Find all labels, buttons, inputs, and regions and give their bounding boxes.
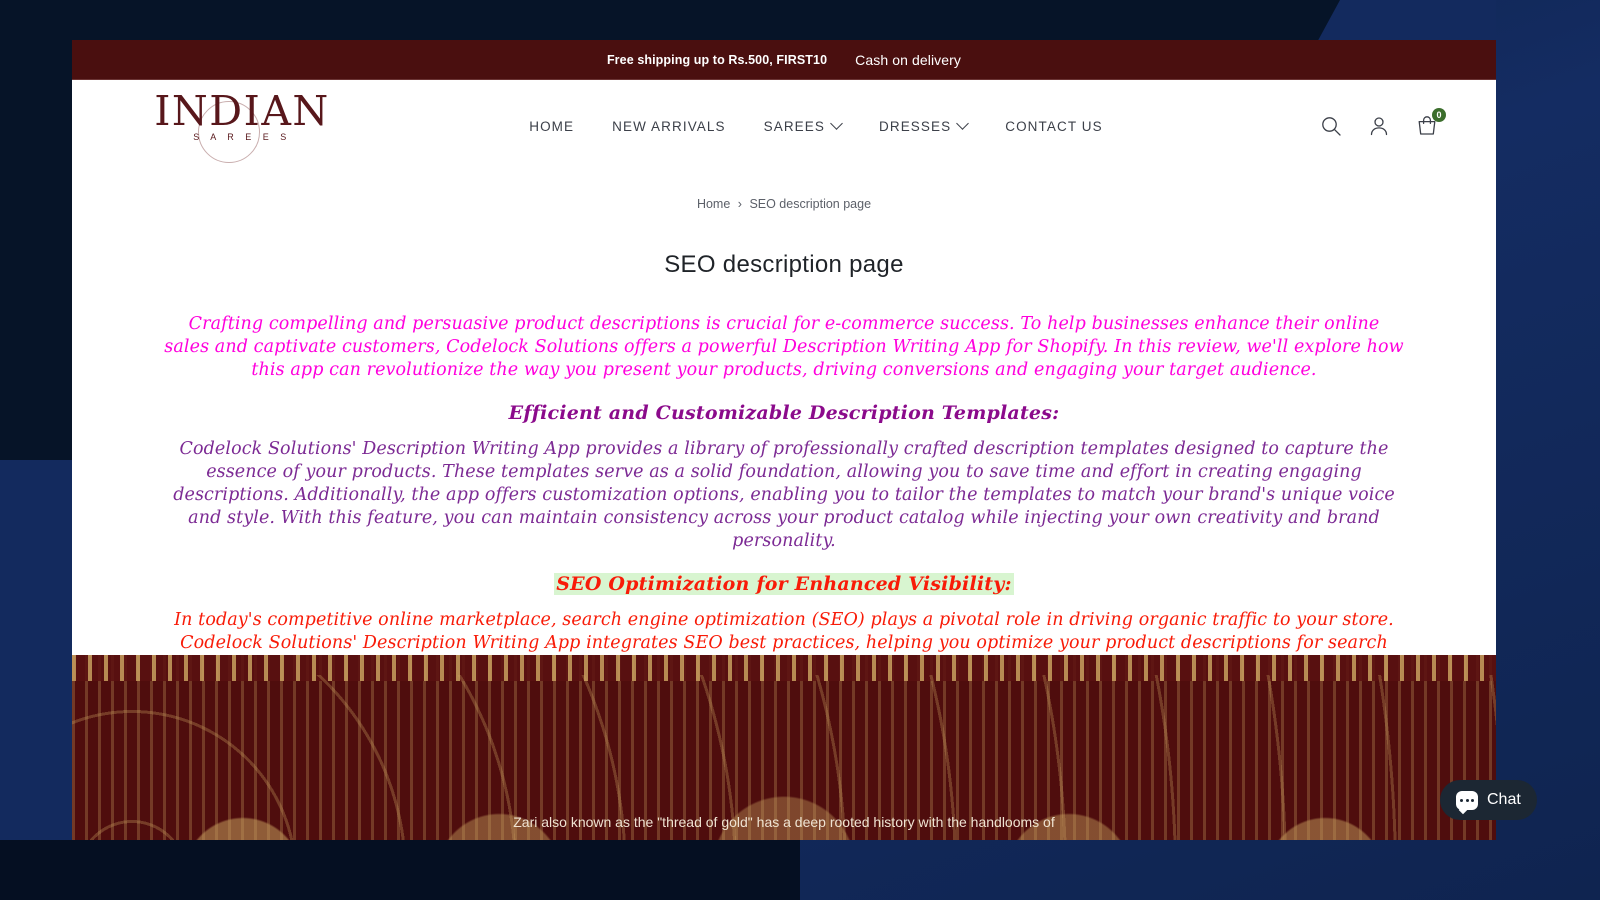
page-title: SEO description page: [664, 251, 904, 278]
nav-item-label: HOME: [529, 118, 575, 134]
account-icon[interactable]: [1368, 115, 1390, 137]
page-content: Crafting compelling and persuasive produ…: [72, 313, 1496, 701]
announcement-bar: Free shipping up to Rs.500, FIRST10 Cash…: [72, 40, 1496, 80]
chevron-down-icon: [830, 116, 843, 130]
section-1-heading: Efficient and Customizable Description T…: [508, 402, 1060, 424]
breadcrumb: Home › SEO description page: [72, 197, 1496, 211]
breadcrumb-current: SEO description page: [749, 197, 872, 211]
site-logo[interactable]: INDIAN S A R E E S: [142, 87, 342, 165]
nav-item-contact-us[interactable]: CONTACT US: [1005, 119, 1103, 134]
announcement-promo-text: Free shipping up to Rs.500, FIRST10: [606, 52, 828, 67]
chat-bubble-icon: [1456, 790, 1478, 810]
nav-item-label: NEW ARRIVALS: [612, 118, 726, 134]
section-1-body: Codelock Solutions' Description Writing …: [173, 439, 1395, 551]
shopify-chat-button[interactable]: Chat: [1440, 780, 1537, 820]
desktop-wedge-bottom: [0, 840, 800, 900]
cart-icon[interactable]: 0: [1416, 108, 1446, 137]
site-footer: Zari also known as the "thread of gold" …: [72, 655, 1496, 840]
breadcrumb-home-link[interactable]: Home: [697, 197, 730, 211]
nav-item-dresses[interactable]: DRESSES: [879, 116, 970, 134]
section-2-heading-text: SEO Optimization for Enhanced Visibility…: [554, 573, 1014, 595]
nav-item-label: CONTACT US: [1005, 118, 1103, 134]
section-2-heading: SEO Optimization for Enhanced Visibility…: [164, 571, 1404, 597]
footer-description-text: Zari also known as the "thread of gold" …: [513, 814, 1055, 830]
search-icon[interactable]: [1320, 115, 1342, 137]
logo-wordmark: INDIAN: [154, 87, 330, 135]
chat-button-label: Chat: [1487, 791, 1521, 808]
browser-viewport: Free shipping up to Rs.500, FIRST10 Cash…: [72, 40, 1496, 840]
cart-count-badge: 0: [1432, 108, 1446, 122]
nav-item-new-arrivals[interactable]: NEW ARRIVALS: [612, 119, 725, 134]
chevron-down-icon: [956, 116, 970, 130]
breadcrumb-separator: ›: [737, 197, 742, 211]
logo-subtext: S A R E E S: [193, 132, 291, 142]
nav-item-sarees[interactable]: SAREES: [763, 116, 843, 134]
nav-item-label: SAREES: [763, 118, 825, 134]
site-header: INDIAN S A R E E S HOME NEW ARRIVALS SAR…: [72, 80, 1496, 172]
intro-paragraph: Crafting compelling and persuasive produ…: [164, 314, 1404, 380]
header-icon-group: 0: [1320, 108, 1446, 137]
nav-item-home[interactable]: HOME: [529, 119, 574, 134]
nav-item-label: DRESSES: [879, 118, 952, 134]
main-navigation: HOME NEW ARRIVALS SAREES DRESSES CONTACT…: [312, 116, 1320, 134]
announcement-payment-text: Cash on delivery: [855, 51, 962, 68]
